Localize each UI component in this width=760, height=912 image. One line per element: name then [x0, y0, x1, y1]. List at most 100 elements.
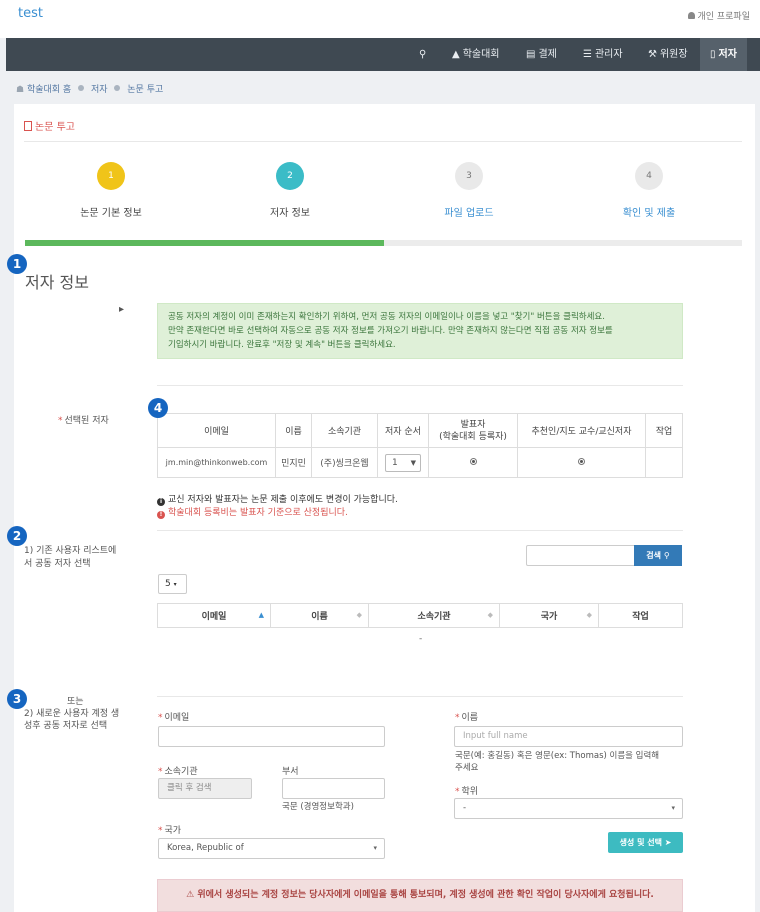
col-presenter: 발표자 (학술대회 등록자): [428, 413, 518, 448]
home-icon: ☗: [16, 85, 25, 95]
empty-table-indicator: -: [419, 634, 423, 644]
breadcrumb-current: 논문 투고: [127, 85, 164, 95]
name-hint: 국문(예: 홍길동) 혹은 영문(ex: Thomas) 이름을 입력해 주세요: [455, 750, 659, 774]
arrow-circle-right-icon: ➤: [664, 838, 672, 847]
breadcrumb-author[interactable]: 저자: [91, 85, 108, 95]
col-action: 작업: [598, 603, 683, 628]
sort-icon: ◆: [487, 611, 493, 619]
bullhorn-icon: ▸: [119, 304, 125, 315]
col-name: 이름: [275, 413, 312, 448]
divider: [157, 385, 683, 386]
cell-action: [645, 447, 683, 478]
label-line: 1) 기존 사용자 리스트에: [24, 546, 117, 556]
nav-label: 저자: [718, 49, 737, 60]
col-corresponding: 추천인/지도 교수/교신저자: [517, 413, 646, 448]
degree-select[interactable]: - ▾: [454, 798, 683, 819]
col-org[interactable]: 소속기관 ◆: [368, 603, 500, 628]
nav-label: 결제: [538, 49, 557, 60]
step-circle: 2: [276, 162, 304, 190]
step-label: 저자 정보: [270, 208, 310, 219]
info-note: i 교신 저자와 발표자는 논문 제출 이후에도 변경이 가능합니다.: [157, 492, 398, 506]
dept-hint: 국문 (경영정보학과): [282, 802, 354, 812]
col-action: 작업: [645, 413, 683, 448]
existing-users-label: 1) 기존 사용자 리스트에 서 공동 저자 선택: [24, 545, 116, 571]
table-row: jm.min@thinkonweb.com 민지민 (주)씽크온웹 1: [157, 447, 683, 478]
name-field[interactable]: Input full name: [454, 726, 683, 747]
info-line: 만약 존재한다면 바로 선택하여 자동으로 공동 저자 정보를 가져오기 바랍니…: [168, 326, 613, 336]
profile-label: 개인 프로파일: [697, 12, 750, 22]
annotation-badge: 2: [7, 526, 27, 546]
author-order-select[interactable]: 1: [385, 453, 421, 472]
create-and-select-button[interactable]: 생성 및 선택 ➤: [608, 832, 683, 853]
sort-asc-icon: ▲: [258, 611, 264, 619]
brand-logo[interactable]: test: [18, 6, 43, 21]
main-nav: ⚲ ▲ 학술대회 ▤ 결제 ☰ 관리자 ⚒ 위원장 ▯ 저자: [6, 38, 760, 71]
profile-link[interactable]: 개인 프로파일: [688, 9, 750, 22]
existing-search-input[interactable]: [526, 545, 635, 566]
button-label: 생성 및 선택: [619, 838, 662, 847]
degree-field-label: * 학위: [455, 787, 479, 797]
top-bar: test 개인 프로파일: [0, 0, 760, 38]
page-size-value: 5: [165, 579, 171, 589]
dept-field[interactable]: [282, 778, 385, 799]
cell-org: (주)씽크온웹: [311, 447, 378, 478]
new-user-label: 2) 새로운 사용자 계정 생 성후 공동 저자로 선택: [24, 708, 119, 732]
dept-field-label: 부서: [282, 767, 299, 777]
nav-item-conference[interactable]: ▲ 학술대회: [452, 38, 500, 71]
label-text: 소속기관: [164, 767, 198, 777]
label-text: 이름: [461, 713, 479, 723]
warning-note: ! 학술대회 등록비는 발표자 기준으로 산정됩니다.: [157, 505, 348, 519]
label-line: 성후 공동 저자로 선택: [24, 721, 108, 731]
search-icon: ⚲: [663, 551, 670, 560]
sort-icon: ◆: [586, 611, 592, 619]
page-size-select[interactable]: 5 ▾: [158, 574, 187, 594]
col-country[interactable]: 국가 ◆: [499, 603, 599, 628]
col-name[interactable]: 이름 ◆: [270, 603, 369, 628]
presenter-radio[interactable]: [469, 457, 477, 465]
sort-icon: ◆: [356, 611, 362, 619]
cell-order: 1: [377, 447, 429, 478]
info-alert: 공동 저자의 계정이 이미 존재하는지 확인하기 위하여, 먼저 공동 저자의 …: [157, 303, 683, 359]
cell-corresponding: [517, 447, 646, 478]
email-field-label: * 이메일: [158, 713, 190, 723]
nav-item-payment[interactable]: ▤ 결제: [526, 38, 557, 71]
nav-label: 학술대회: [462, 49, 500, 60]
annotation-badge: 3: [7, 689, 27, 709]
account-warning-alert: ⚠ 위에서 생성되는 계정 정보는 당사자에게 이메일을 통해 통보되며, 계정…: [157, 879, 683, 912]
nav-item-admin[interactable]: ☰ 관리자: [583, 38, 623, 71]
step-4: 4 확인 및 제출: [589, 162, 709, 219]
existing-users-table: 이메일 ▲ 이름 ◆ 소속기관 ◆ 국가 ◆ 작업: [157, 603, 683, 628]
user-icon: [688, 12, 696, 19]
search-button[interactable]: 검색 ⚲: [634, 545, 682, 566]
or-label: 또는: [67, 697, 84, 707]
caret-down-icon: ▾: [671, 804, 675, 812]
org-search-field[interactable]: 클릭 후 검색: [158, 778, 252, 799]
search-icon[interactable]: ⚲: [419, 38, 426, 71]
header-text: 이름: [311, 612, 328, 622]
country-select[interactable]: Korea, Republic of ▾: [158, 838, 385, 859]
step-2: 2 저자 정보: [230, 162, 350, 219]
breadcrumb-separator: [78, 85, 85, 91]
select-value: Korea, Republic of: [167, 843, 244, 853]
col-email[interactable]: 이메일 ▲: [157, 603, 271, 628]
nav-item-author[interactable]: ▯ 저자: [700, 38, 747, 71]
nav-label: 관리자: [594, 49, 623, 60]
label-text: 이메일: [164, 713, 190, 723]
hint-line: 주세요: [455, 763, 479, 773]
nav-item-chair[interactable]: ⚒ 위원장: [648, 38, 688, 71]
note-text: 교신 저자와 발표자는 논문 제출 이후에도 변경이 가능합니다.: [168, 495, 398, 505]
corresponding-radio[interactable]: [578, 457, 585, 465]
book-icon: ▯: [710, 49, 716, 60]
col-email: 이메일: [157, 413, 276, 448]
breadcrumb-home[interactable]: 학술대회 홈: [27, 85, 71, 95]
email-field[interactable]: [158, 726, 385, 747]
step-3: 3 파일 업로드: [409, 162, 529, 219]
table-header-row: 이메일 이름 소속기관 저자 순서 발표자 (학술대회 등록자) 추천인/지도 …: [157, 413, 683, 448]
breadcrumb-separator: [114, 85, 121, 91]
org-field-label: * 소속기관: [158, 767, 198, 777]
graduation-cap-icon: ▲: [452, 49, 460, 60]
divider: [157, 530, 683, 531]
selected-authors-table: 이메일 이름 소속기관 저자 순서 발표자 (학술대회 등록자) 추천인/지도 …: [157, 413, 683, 478]
nav-label: 위원장: [659, 49, 688, 60]
cell-email: jm.min@thinkonweb.com: [157, 447, 276, 478]
